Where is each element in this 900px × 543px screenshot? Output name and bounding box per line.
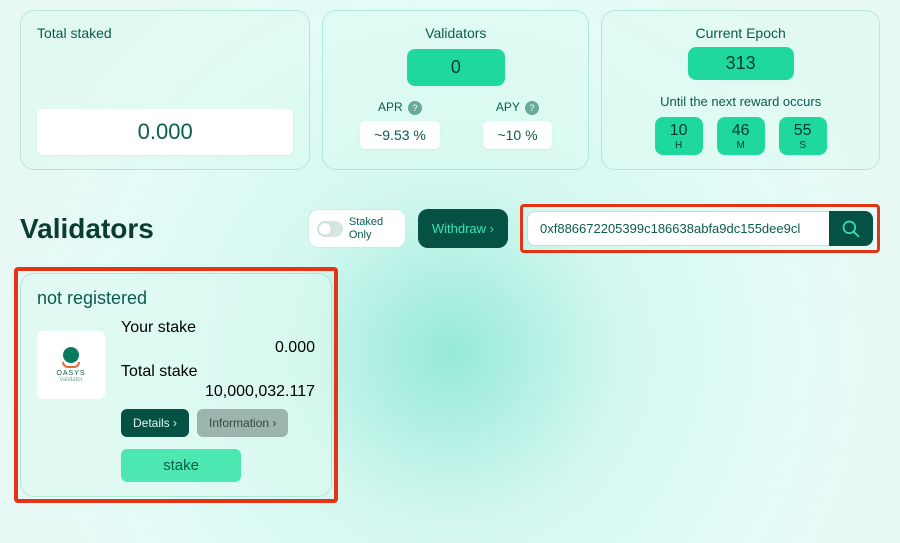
stake-button[interactable]: stake [121,449,241,482]
epoch-value: 313 [688,47,794,80]
validators-section-header: Validators Staked Only Withdraw › [0,170,900,265]
logo-text: OASYS [56,370,85,377]
apr-label: APR [378,100,403,114]
section-title: Validators [20,213,154,245]
apy-label: APY [496,100,520,114]
staked-only-label: Staked Only [349,216,393,240]
countdown-seconds: 55 S [779,117,827,155]
validator-name: not registered [37,288,315,309]
apr-item: APR ? ~9.53 % [360,100,440,149]
validator-card-area: not registered OASYS Validator Your stak… [20,273,332,497]
total-stake-label: Total stake [121,363,315,381]
validators-panel: Validators 0 APR ? ~9.53 % APY ? ~10 % [322,10,589,170]
search-input[interactable] [527,211,829,246]
validator-card: not registered OASYS Validator Your stak… [20,273,332,497]
apr-value: ~9.53 % [360,121,440,149]
total-staked-label: Total staked [37,25,293,41]
search-highlight [520,204,880,253]
total-staked-value: 0.000 [37,109,293,155]
information-button[interactable]: Information › [197,409,288,437]
help-icon[interactable]: ? [408,101,422,115]
search-icon [841,219,861,239]
next-reward-label: Until the next reward occurs [618,94,863,109]
validator-logo: OASYS Validator [37,331,105,399]
total-stake-value: 10,000,032.117 [121,383,315,401]
countdown: 10 H 46 M 55 S [618,117,863,155]
epoch-label: Current Epoch [618,25,863,41]
search-button[interactable] [829,211,873,246]
overview-row: Total staked 0.000 Validators 0 APR ? ~9… [0,0,900,170]
validators-label: Validators [339,25,572,41]
countdown-minutes: 46 M [717,117,765,155]
apy-value: ~10 % [483,121,551,149]
logo-subtext: Validator [59,377,82,383]
withdraw-button[interactable]: Withdraw › [418,209,508,248]
toggle-icon[interactable] [317,221,343,237]
countdown-hours: 10 H [655,117,703,155]
details-button[interactable]: Details › [121,409,189,437]
validators-count: 0 [407,49,505,86]
help-icon[interactable]: ? [525,101,539,115]
logo-dot-icon [63,347,79,363]
total-staked-panel: Total staked 0.000 [20,10,310,170]
epoch-panel: Current Epoch 313 Until the next reward … [601,10,880,170]
your-stake-value: 0.000 [121,339,315,357]
your-stake-label: Your stake [121,319,315,337]
logo-arc-icon [62,362,80,368]
apy-item: APY ? ~10 % [483,100,551,149]
staked-only-toggle[interactable]: Staked Only [308,209,406,247]
